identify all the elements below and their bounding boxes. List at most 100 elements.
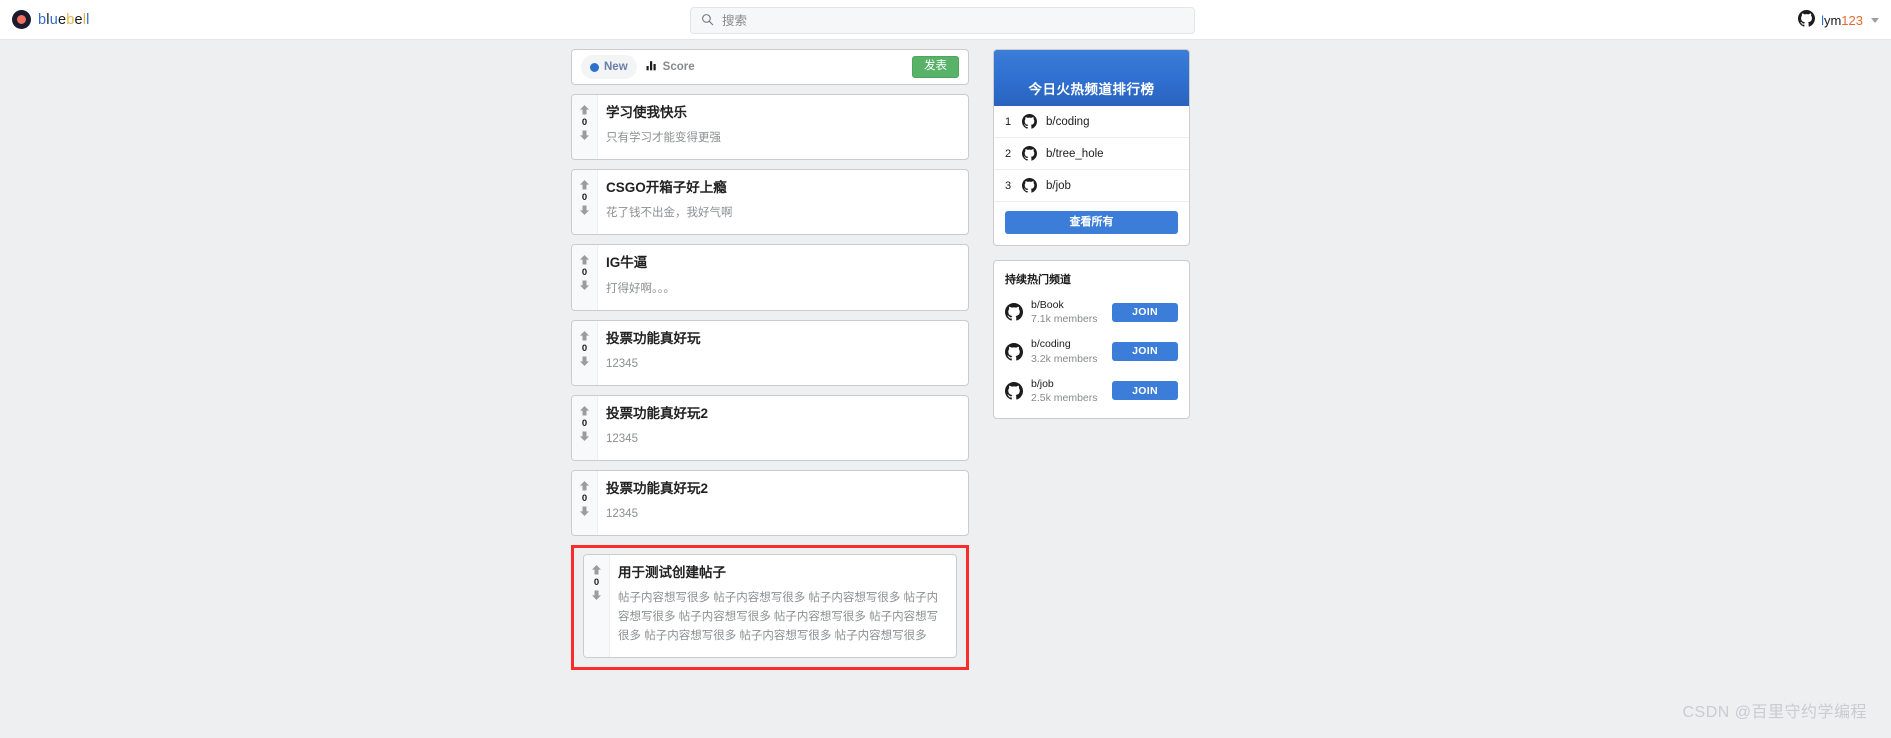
downvote-button[interactable] bbox=[579, 430, 590, 442]
post-body: IG牛逼 打得好啊。。。 bbox=[598, 245, 968, 309]
rank-channel-name: b/tree_hole bbox=[1046, 147, 1104, 160]
hot-channel-ranking-panel: 今日火热频道排行榜 1 b/coding 2 b/tree_hole 3 b/job 查看… bbox=[993, 49, 1190, 246]
rank-number: 2 bbox=[1005, 147, 1012, 160]
post-body: 投票功能真好玩 12345 bbox=[598, 321, 968, 385]
github-octocat-icon bbox=[1005, 342, 1023, 361]
communities-title: 持续热门频道 bbox=[1005, 274, 1071, 286]
ranking-row[interactable]: 3 b/job bbox=[994, 170, 1189, 202]
community-row: b/Book 7.1k members JOIN bbox=[1005, 298, 1178, 326]
upvote-button[interactable] bbox=[579, 330, 590, 342]
post-title: 投票功能真好玩2 bbox=[606, 480, 709, 496]
post-content: 12345 bbox=[606, 357, 638, 370]
community-member-count: 7.1k members bbox=[1031, 313, 1098, 326]
github-octocat-icon bbox=[1798, 10, 1816, 30]
user-name-label: lym123 bbox=[1821, 12, 1863, 28]
post-card[interactable]: 0 学习使我快乐 只有学习才能变得更强 bbox=[571, 94, 969, 161]
view-all-button[interactable]: 查看所有 bbox=[1005, 211, 1178, 234]
vote-column: 0 bbox=[572, 170, 598, 235]
github-octocat-icon bbox=[1022, 114, 1037, 129]
post-card[interactable]: 0 用于测试创建帖子 帖子内容想写很多 帖子内容想写很多 帖子内容想写很多 帖子内容… bbox=[583, 554, 957, 659]
rank-channel-name: b/job bbox=[1046, 179, 1071, 192]
watermark: CSDN @百里守约学编程 bbox=[1682, 704, 1867, 721]
rank-number: 1 bbox=[1005, 115, 1012, 128]
community-name[interactable]: b/Book bbox=[1031, 298, 1104, 312]
post-body: 学习使我快乐 只有学习才能变得更强 bbox=[598, 95, 968, 159]
vote-column: 0 bbox=[572, 95, 598, 160]
vote-column: 0 bbox=[572, 470, 598, 536]
blue-dot-icon bbox=[590, 62, 599, 72]
post-body: 投票功能真好玩2 12345 bbox=[598, 396, 968, 460]
page-body: New Score 发表 0 学习使我快乐 只有学习才能变得更强 0 CSGO开箱子好上… bbox=[0, 40, 1891, 738]
upvote-button[interactable] bbox=[579, 405, 590, 417]
post-content: 12345 bbox=[606, 432, 638, 445]
search-bar[interactable] bbox=[690, 7, 1195, 34]
downvote-button[interactable] bbox=[579, 204, 590, 216]
vote-column: 0 bbox=[572, 320, 598, 385]
tab-new-label: New bbox=[604, 61, 628, 73]
downvote-button[interactable] bbox=[579, 355, 590, 367]
community-name[interactable]: b/job bbox=[1031, 377, 1104, 391]
tab-score-label: Score bbox=[662, 61, 695, 73]
community-meta: b/Book 7.1k members bbox=[1031, 298, 1104, 326]
search-icon bbox=[701, 13, 714, 29]
join-button[interactable]: JOIN bbox=[1112, 342, 1178, 362]
sidebar: 今日火热频道排行榜 1 b/coding 2 b/tree_hole 3 b/job 查看… bbox=[993, 49, 1190, 433]
post-title: CSGO开箱子好上瘾 bbox=[606, 180, 727, 196]
downvote-button[interactable] bbox=[579, 505, 590, 517]
post-body: 投票功能真好玩2 12345 bbox=[598, 471, 968, 535]
community-name[interactable]: b/coding bbox=[1031, 337, 1104, 351]
tab-new[interactable]: New bbox=[581, 55, 637, 79]
downvote-button[interactable] bbox=[579, 129, 590, 141]
post-title: 用于测试创建帖子 bbox=[618, 565, 726, 581]
community-member-count: 2.5k members bbox=[1031, 391, 1098, 404]
post-body: CSGO开箱子好上瘾 花了钱不出金，我好气啊 bbox=[598, 170, 968, 234]
vote-score: 0 bbox=[581, 417, 588, 429]
post-card[interactable]: 0 投票功能真好玩2 12345 bbox=[571, 394, 969, 461]
highlight-annotation-box: 0 用于测试创建帖子 帖子内容想写很多 帖子内容想写很多 帖子内容想写很多 帖子内容… bbox=[571, 545, 969, 671]
post-list: 0 学习使我快乐 只有学习才能变得更强 0 CSGO开箱子好上瘾 花了钱不出金，我好气啊 0… bbox=[571, 94, 969, 671]
community-meta: b/job 2.5k members bbox=[1031, 377, 1104, 405]
post-content: 帖子内容想写很多 帖子内容想写很多 帖子内容想写很多 帖子内容想写很多 帖子内容… bbox=[618, 592, 939, 643]
communities-list: b/Book 7.1k members JOIN b/coding 3.2k membe… bbox=[1005, 298, 1178, 405]
upvote-button[interactable] bbox=[579, 104, 590, 116]
post-title: 投票功能真好玩 bbox=[606, 330, 701, 346]
downvote-button[interactable] bbox=[579, 279, 590, 291]
bluebell-circle-logo-icon bbox=[12, 10, 31, 29]
view-all-wrapper: 查看所有 bbox=[994, 202, 1189, 245]
upvote-button[interactable] bbox=[591, 564, 602, 576]
publish-button[interactable]: 发表 bbox=[912, 56, 959, 78]
upvote-button[interactable] bbox=[579, 179, 590, 191]
downvote-button[interactable] bbox=[591, 589, 602, 601]
brand-logo-link[interactable]: bluebell bbox=[12, 10, 90, 29]
upvote-button[interactable] bbox=[579, 480, 590, 492]
ranking-row[interactable]: 2 b/tree_hole bbox=[994, 138, 1189, 170]
post-content: 只有学习才能变得更强 bbox=[606, 132, 721, 145]
tab-score[interactable]: Score bbox=[637, 55, 704, 79]
ranking-header: 今日火热频道排行榜 bbox=[994, 50, 1189, 106]
vote-column: 0 bbox=[572, 245, 598, 310]
rank-channel-name: b/coding bbox=[1046, 115, 1090, 128]
community-meta: b/coding 3.2k members bbox=[1031, 337, 1104, 365]
post-card[interactable]: 0 投票功能真好玩2 12345 bbox=[571, 469, 969, 537]
ranking-list: 1 b/coding 2 b/tree_hole 3 b/job bbox=[994, 106, 1189, 202]
post-content: 打得好啊。。。 bbox=[606, 282, 675, 295]
post-card[interactable]: 0 IG牛逼 打得好啊。。。 bbox=[571, 244, 969, 311]
github-octocat-icon bbox=[1005, 381, 1023, 400]
user-menu[interactable]: lym123 bbox=[1798, 0, 1879, 40]
join-button[interactable]: JOIN bbox=[1112, 302, 1178, 322]
community-row: b/job 2.5k members JOIN bbox=[1005, 377, 1178, 405]
sort-toolbar: New Score 发表 bbox=[571, 49, 969, 85]
join-button[interactable]: JOIN bbox=[1112, 381, 1178, 401]
post-card[interactable]: 0 投票功能真好玩 12345 bbox=[571, 319, 969, 386]
search-input[interactable] bbox=[722, 13, 1184, 28]
content-container: New Score 发表 0 学习使我快乐 只有学习才能变得更强 0 CSGO开箱子好上… bbox=[571, 49, 1321, 679]
vote-score: 0 bbox=[581, 492, 588, 504]
ranking-row[interactable]: 1 b/coding bbox=[994, 106, 1189, 138]
community-row: b/coding 3.2k members JOIN bbox=[1005, 337, 1178, 365]
post-card[interactable]: 0 CSGO开箱子好上瘾 花了钱不出金，我好气啊 bbox=[571, 169, 969, 236]
post-body: 用于测试创建帖子帖子内容想写很多 帖子内容想写很多 帖子内容想写很多 帖子内容想… bbox=[610, 555, 956, 657]
github-octocat-icon bbox=[1005, 303, 1023, 321]
upvote-button[interactable] bbox=[579, 254, 590, 266]
vote-column: 0 bbox=[572, 395, 598, 460]
github-octocat-icon bbox=[1022, 178, 1037, 193]
